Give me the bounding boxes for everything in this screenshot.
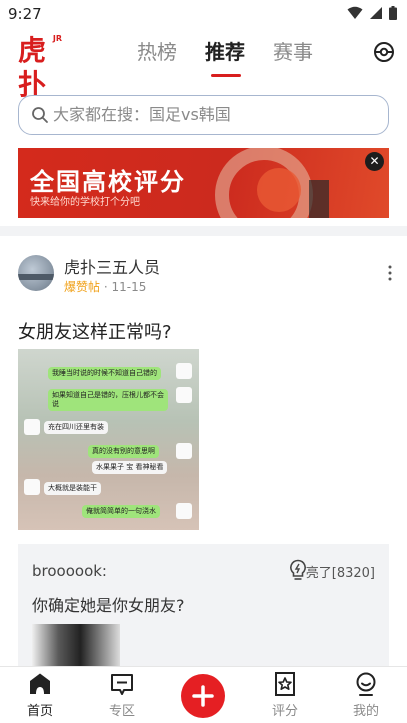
post-date: 11-15 [111,280,147,294]
hupu-logo[interactable]: 虎扑 JR [18,34,62,101]
avatar-horizon [18,274,54,280]
chat-avatar [24,479,40,495]
nav-profile-label: 我的 [352,704,379,719]
battery-icon [389,6,397,20]
chat-avatar [24,419,40,435]
post-author[interactable]: 虎扑三五人员 [64,254,160,278]
wifi-icon [347,6,363,19]
tab-recommend-label: 推荐 [205,40,245,64]
nav-zone-label: 专区 [108,704,135,719]
status-time: 9:27 [8,5,42,23]
chat-bubble: 我睡当时说的时候不知道自己错的 [48,367,161,380]
profile-icon [356,672,376,696]
tab-recommend[interactable]: 推荐 [191,38,259,77]
tab-hot[interactable]: 热榜 [123,38,191,66]
signal-icon [370,7,382,19]
comment-image[interactable] [32,624,120,669]
active-tab-indicator [211,74,241,77]
banner-subtitle: 快来给你的学校打个分吧 [30,197,140,208]
post-tag: 爆赞帖 [64,280,101,294]
status-icons [347,6,397,20]
logo-text: 虎扑 [18,34,46,101]
chat-avatar [176,387,192,403]
post-title[interactable]: 女朋友这样正常吗? [18,318,172,344]
search-icon [32,107,48,123]
chat-bubble: 如果知道自己是错的，压根儿都不会说 [48,389,168,411]
plus-icon [192,685,214,707]
chat-avatar [176,503,192,519]
comment-user[interactable]: broooook: [32,562,107,580]
chat-bubble: 俺就简简单的一句浇水 [82,505,160,518]
chat-bubble: 真的没有别的意思啊 [88,445,159,458]
hot-comment-card[interactable]: broooook: 亮了[8320] 你确定她是你女朋友? [18,544,389,669]
nav-rating[interactable]: 评分 [255,671,315,719]
ad-banner[interactable]: 全国高校评分 快来给你的学校打个分吧 ✕ [18,148,389,218]
nav-home-label: 首页 [26,704,53,719]
scan-icon[interactable] [373,41,395,63]
bottom-nav: 首页 专区 评分 我的 [0,666,407,723]
banner-title: 全国高校评分 [30,168,186,196]
chat-bubble: 大概就是装能干 [44,482,101,495]
search-bar[interactable]: 大家都在搜：国足vs韩国 [18,95,389,135]
light-count[interactable]: 亮了[8320] [306,562,375,581]
nav-profile[interactable]: 我的 [336,671,396,719]
more-options-icon[interactable] [387,265,393,281]
create-post-button[interactable] [181,674,225,718]
logo-badge: JR [52,34,62,43]
home-icon [30,673,50,694]
header: 虎扑 JR 热榜 推荐 赛事 [0,28,407,101]
post-meta: 爆赞帖 · 11-15 [64,278,146,295]
top-tabs: 热榜 推荐 赛事 [123,38,327,77]
chat-bubble: 水果果子 宝 看神秘看 [92,461,168,474]
chat-bubble: 充在四川还里有装 [44,421,108,434]
post-image[interactable]: 我睡当时说的时候不知道自己错的 如果知道自己是错的，压根儿都不会说 充在四川还里… [18,349,199,530]
banner-decoration [215,148,329,218]
zone-icon [111,674,133,695]
section-divider [0,226,407,236]
chat-avatar [176,443,192,459]
comment-text: 你确定她是你女朋友? [32,596,185,615]
status-bar: 9:27 [0,0,407,28]
tab-events[interactable]: 赛事 [259,38,327,66]
nav-rating-label: 评分 [271,704,298,719]
nav-zone[interactable]: 专区 [92,671,152,719]
close-icon[interactable]: ✕ [365,152,384,171]
chat-avatar [176,363,192,379]
nav-home[interactable]: 首页 [10,671,70,719]
rating-icon [275,672,295,696]
avatar[interactable] [18,255,54,291]
search-input[interactable]: 大家都在搜：国足vs韩国 [53,104,231,126]
